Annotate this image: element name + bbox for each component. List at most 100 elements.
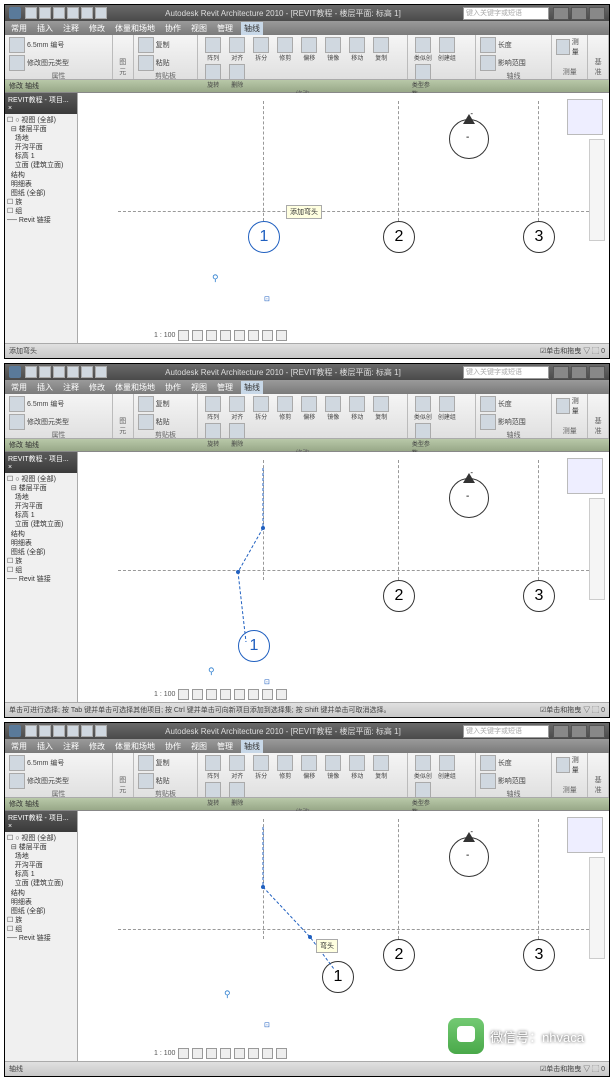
ribbon-icon[interactable] [205, 782, 221, 798]
tree-item[interactable]: ⊟ 楼层平面 [7, 484, 75, 493]
grid-bubble-1[interactable]: 1 [248, 221, 280, 253]
close-button[interactable] [589, 725, 605, 738]
view-control-icon[interactable] [234, 689, 245, 700]
view-cube[interactable] [567, 817, 603, 853]
grid-line-vertical[interactable] [538, 460, 539, 580]
browser-tree[interactable]: ☐ ○ 视图 (全部) ⊟ 楼层平面 场地 开沟平面 标高 1 立面 (建筑立面… [5, 114, 77, 227]
tree-item[interactable]: 开沟平面 [7, 861, 75, 870]
ribbon-item[interactable]: 6.5mm 编号 [27, 40, 64, 50]
ribbon-icon[interactable] [138, 37, 154, 53]
ribbon-icon[interactable] [253, 396, 269, 412]
app-logo-icon[interactable] [9, 725, 21, 737]
ribbon-item[interactable]: 修剪 [279, 412, 291, 421]
view-control-icon[interactable] [262, 330, 273, 341]
tree-item[interactable]: 图纸 (全部) [7, 907, 75, 916]
tree-item[interactable]: 场地 [7, 493, 75, 502]
tree-item[interactable]: ☐ ○ 视图 (全部) [7, 834, 75, 843]
ribbon-tab[interactable]: 注释 [61, 23, 81, 34]
ribbon-icon[interactable] [9, 37, 25, 53]
grid-line-vertical[interactable] [263, 101, 264, 221]
view-control-icon[interactable] [220, 330, 231, 341]
grid-line-horizontal[interactable] [118, 211, 599, 212]
drawing-canvas[interactable]: 123--⚲添加弯头⊡1 : 100 [78, 93, 609, 343]
tree-item[interactable]: 标高 1 [7, 870, 75, 879]
ribbon-icon[interactable] [229, 64, 245, 80]
ribbon-item[interactable]: 粘贴 [156, 417, 170, 427]
tree-item[interactable]: ☐ 族 [7, 198, 75, 207]
tree-item[interactable]: 场地 [7, 134, 75, 143]
ribbon-item[interactable]: 修改图元类型 [27, 58, 69, 68]
ribbon-tab[interactable]: 插入 [35, 382, 55, 393]
ribbon-item[interactable]: 修改图元类型 [27, 417, 69, 427]
grid-line-vertical[interactable] [538, 819, 539, 939]
view-control-icon[interactable] [206, 689, 217, 700]
ribbon-item[interactable]: 镜像 [327, 412, 339, 421]
ribbon-icon[interactable] [480, 55, 496, 71]
ribbon-icon[interactable] [325, 755, 341, 771]
ribbon-item[interactable]: 类似创 [414, 53, 432, 62]
ribbon-tab[interactable]: 常用 [9, 741, 29, 752]
tree-item[interactable]: ☐ 族 [7, 916, 75, 925]
ribbon-icon[interactable] [138, 396, 154, 412]
ribbon-tab[interactable]: 常用 [9, 23, 29, 34]
ribbon-item[interactable]: 拆分 [255, 412, 267, 421]
ribbon-icon[interactable] [439, 37, 455, 53]
compass-icon[interactable]: - [449, 837, 489, 877]
ribbon-item[interactable]: 复制 [375, 412, 387, 421]
view-control-icon[interactable] [192, 689, 203, 700]
drag-marker-icon[interactable]: ⊡ [264, 678, 270, 686]
view-cube[interactable] [567, 458, 603, 494]
ribbon-icon[interactable] [325, 396, 341, 412]
nav-bar[interactable] [589, 139, 605, 241]
qat-icon[interactable] [39, 725, 51, 737]
view-scale[interactable]: 1 : 100 [154, 1050, 175, 1057]
ribbon-icon[interactable] [439, 396, 455, 412]
ribbon-icon[interactable] [415, 782, 431, 798]
grid-bubble-2[interactable]: 2 [383, 221, 415, 253]
ribbon-item[interactable]: 阵列 [207, 412, 219, 421]
ribbon-item[interactable]: 移动 [351, 53, 363, 62]
ribbon-item[interactable]: 影响范围 [498, 776, 526, 786]
tree-item[interactable]: 开沟平面 [7, 143, 75, 152]
ribbon-item[interactable]: 影响范围 [498, 417, 526, 427]
grid-elbow[interactable] [78, 452, 609, 702]
ribbon-item[interactable]: 影响范围 [498, 58, 526, 68]
ribbon-item[interactable]: 修剪 [279, 53, 291, 62]
project-browser[interactable]: REVIT教程 - 项目... ×☐ ○ 视图 (全部) ⊟ 楼层平面 场地 开… [5, 93, 78, 343]
tree-item[interactable]: ── Revit 链接 [7, 216, 75, 225]
ribbon-tab[interactable]: 体量和场地 [113, 382, 157, 393]
ribbon-item[interactable]: 对齐 [231, 412, 243, 421]
ribbon-icon[interactable] [325, 37, 341, 53]
ribbon-item[interactable]: 测量 [572, 37, 583, 57]
grid-line-horizontal[interactable] [118, 570, 599, 571]
view-scale[interactable]: 1 : 100 [154, 332, 175, 339]
view-control-icon[interactable] [220, 1048, 231, 1059]
ribbon-icon[interactable] [301, 396, 317, 412]
ribbon-item[interactable]: 阵列 [207, 53, 219, 62]
ribbon-tab[interactable]: 体量和场地 [113, 741, 157, 752]
tree-item[interactable]: 图纸 (全部) [7, 189, 75, 198]
tree-item[interactable]: 结构 [7, 889, 75, 898]
drawing-canvas[interactable]: 123--⚲⊡1 : 100 [78, 452, 609, 702]
compass-icon[interactable]: - [449, 119, 489, 159]
ribbon-tab[interactable]: 插入 [35, 741, 55, 752]
grid-line-vertical[interactable] [263, 460, 264, 580]
view-control-icon[interactable] [206, 1048, 217, 1059]
ribbon-item[interactable]: 复制 [375, 771, 387, 780]
pin-icon[interactable]: ⚲ [224, 989, 232, 997]
ribbon-tab[interactable]: 管理 [215, 741, 235, 752]
app-logo-icon[interactable] [9, 7, 21, 19]
view-cube[interactable] [567, 99, 603, 135]
pin-icon[interactable]: ⚲ [208, 666, 216, 674]
ribbon-item[interactable]: 复制 [156, 399, 170, 409]
ribbon-icon[interactable] [439, 755, 455, 771]
view-control-icon[interactable] [234, 330, 245, 341]
ribbon-item[interactable]: 类似创 [414, 771, 432, 780]
ribbon-icon[interactable] [9, 396, 25, 412]
tree-item[interactable]: 立面 (建筑立面) [7, 879, 75, 888]
ribbon-item[interactable]: 镜像 [327, 771, 339, 780]
ribbon-icon[interactable] [480, 37, 496, 53]
ribbon-item[interactable]: 长度 [498, 758, 512, 768]
qat-icon[interactable] [53, 725, 65, 737]
ribbon-tab[interactable]: 轴线 [241, 22, 263, 35]
